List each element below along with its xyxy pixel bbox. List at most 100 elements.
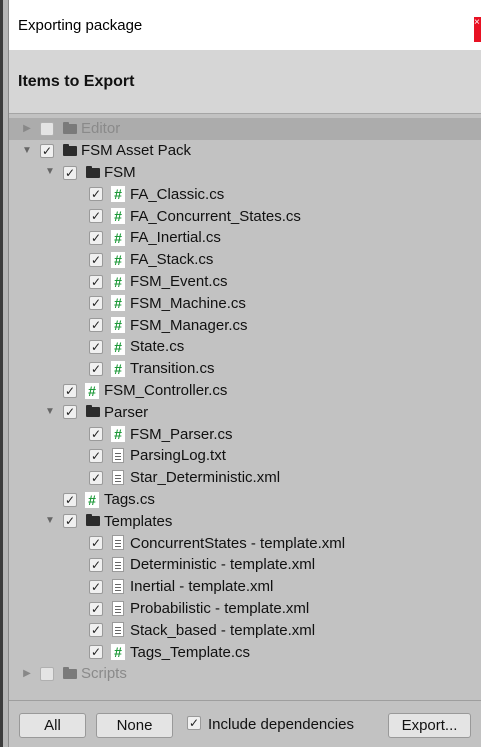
tree-row[interactable]: ✓ Star_Deterministic.xml <box>9 467 481 489</box>
row-checkbox[interactable]: ✓ <box>89 296 103 311</box>
csharp-script-icon: # <box>111 186 125 203</box>
tree-row[interactable]: ▶ Scripts <box>9 663 481 685</box>
tree-row[interactable]: ✓ ParsingLog.txt <box>9 445 481 467</box>
select-all-button[interactable]: All <box>19 713 86 738</box>
select-none-button[interactable]: None <box>96 713 173 738</box>
row-checkbox[interactable]: ✓ <box>63 514 77 529</box>
row-checkbox[interactable]: ✓ <box>89 557 103 572</box>
title-bar: Exporting package × <box>9 0 481 50</box>
row-checkbox[interactable]: ✓ <box>89 536 103 551</box>
row-checkbox[interactable]: ✓ <box>89 318 103 333</box>
tree-item-label: Inertial - template.xml <box>130 578 274 596</box>
tree-item-label: ParsingLog.txt <box>130 447 226 465</box>
include-dependencies-checkbox[interactable]: ✓ <box>187 716 201 730</box>
export-tree: ▶ Editor ▼ ✓ FSM Asset Pack ▼ ✓ FSM ✓ # … <box>9 118 481 697</box>
row-checkbox[interactable]: ✓ <box>40 143 54 158</box>
tree-item-label: ConcurrentStates - template.xml <box>130 534 346 552</box>
row-checkbox[interactable]: ✓ <box>89 187 103 202</box>
tree-item-label: FSM_Parser.cs <box>130 425 233 443</box>
tree-item-label: FSM Asset Pack <box>81 142 192 160</box>
folder-icon <box>63 122 77 134</box>
row-checkbox[interactable]: ✓ <box>89 470 103 485</box>
csharp-script-icon: # <box>111 360 125 377</box>
text-file-icon <box>112 447 124 463</box>
tree-row[interactable]: ✓ # FSM_Controller.cs <box>9 380 481 402</box>
expanded-arrow-icon[interactable]: ▼ <box>44 166 56 178</box>
tree-item-label: State.cs <box>130 338 185 356</box>
tree-row[interactable]: ▼ ✓ FSM Asset Pack <box>9 140 481 162</box>
collapsed-arrow-icon[interactable]: ▶ <box>21 123 33 135</box>
tree-row[interactable]: ▼ ✓ Parser <box>9 401 481 423</box>
collapsed-arrow-icon[interactable]: ▶ <box>21 668 33 680</box>
expanded-arrow-icon[interactable]: ▼ <box>21 145 33 157</box>
tree-row[interactable]: ✓ # Transition.cs <box>9 358 481 380</box>
row-checkbox[interactable]: ✓ <box>89 427 103 442</box>
tree-item-label: FA_Inertial.cs <box>130 229 221 247</box>
text-file-icon <box>112 600 124 616</box>
tree-row[interactable]: ✓ # Tags_Template.cs <box>9 641 481 663</box>
row-checkbox[interactable]: ✓ <box>89 361 103 376</box>
csharp-script-icon: # <box>85 491 99 508</box>
tree-row[interactable]: ▼ ✓ FSM <box>9 162 481 184</box>
tree-row[interactable]: ✓ # FA_Stack.cs <box>9 249 481 271</box>
expanded-arrow-icon[interactable]: ▼ <box>44 515 56 527</box>
row-checkbox[interactable] <box>40 666 54 681</box>
tree-row[interactable]: ✓ Deterministic - template.xml <box>9 554 481 576</box>
tree-row[interactable]: ✓ # FSM_Machine.cs <box>9 292 481 314</box>
row-checkbox[interactable]: ✓ <box>89 579 103 594</box>
folder-icon <box>63 666 77 679</box>
export-button[interactable]: Export... <box>388 713 471 738</box>
tree-row[interactable]: ▶ Editor <box>9 118 481 140</box>
close-button[interactable]: × <box>474 17 481 42</box>
tree-item-label: Tags_Template.cs <box>130 643 251 661</box>
row-checkbox[interactable]: ✓ <box>89 252 103 267</box>
csharp-script-icon: # <box>111 229 125 246</box>
expanded-arrow-icon[interactable]: ▼ <box>44 406 56 418</box>
tree-row[interactable]: ✓ # FSM_Manager.cs <box>9 314 481 336</box>
tree-item-label: FSM_Machine.cs <box>130 294 246 312</box>
footer-toolbar: All None ✓ Include dependencies Export..… <box>9 700 481 747</box>
row-checkbox[interactable]: ✓ <box>89 623 103 638</box>
csharp-script-icon: # <box>111 338 125 355</box>
row-checkbox[interactable]: ✓ <box>89 209 103 224</box>
tree-row[interactable]: ✓ # FSM_Parser.cs <box>9 423 481 445</box>
text-file-icon <box>112 622 124 638</box>
tree-row[interactable]: ✓ # FSM_Event.cs <box>9 271 481 293</box>
tree-row[interactable]: ✓ # FA_Classic.cs <box>9 183 481 205</box>
tree-item-label: FA_Concurrent_States.cs <box>130 207 301 225</box>
include-dependencies-label[interactable]: Include dependencies <box>208 716 354 733</box>
row-checkbox[interactable] <box>40 122 54 136</box>
row-checkbox[interactable]: ✓ <box>63 165 77 180</box>
tree-item-label: Templates <box>104 512 173 530</box>
row-checkbox[interactable]: ✓ <box>89 601 103 616</box>
tree-row[interactable]: ✓ Stack_based - template.xml <box>9 619 481 641</box>
row-checkbox[interactable]: ✓ <box>89 230 103 245</box>
tree-item-label: FSM_Controller.cs <box>104 381 228 399</box>
row-checkbox[interactable]: ✓ <box>89 645 103 660</box>
row-checkbox[interactable]: ✓ <box>89 339 103 354</box>
items-to-export-heading: Items to Export <box>18 72 135 90</box>
tree-row[interactable]: ✓ Inertial - template.xml <box>9 576 481 598</box>
tree-item-label: FSM_Manager.cs <box>130 316 248 334</box>
row-checkbox[interactable]: ✓ <box>63 383 77 398</box>
row-checkbox[interactable]: ✓ <box>63 405 77 420</box>
tree-row[interactable]: ✓ # FA_Concurrent_States.cs <box>9 205 481 227</box>
tree-item-label: Editor <box>81 120 121 138</box>
close-icon[interactable]: × <box>474 17 480 28</box>
window-title: Exporting package <box>18 16 143 34</box>
tree-row[interactable]: ▼ ✓ Templates <box>9 510 481 532</box>
csharp-script-icon: # <box>111 273 125 290</box>
row-checkbox[interactable]: ✓ <box>89 274 103 289</box>
tree-item-label: Parser <box>104 403 149 421</box>
tree-row[interactable]: ✓ ConcurrentStates - template.xml <box>9 532 481 554</box>
tree-row[interactable]: ✓ Probabilistic - template.xml <box>9 598 481 620</box>
tree-item-label: Star_Deterministic.xml <box>130 469 281 487</box>
row-checkbox[interactable]: ✓ <box>89 448 103 463</box>
tree-row[interactable]: ✓ # Tags.cs <box>9 489 481 511</box>
tree-row[interactable]: ✓ # State.cs <box>9 336 481 358</box>
row-checkbox[interactable]: ✓ <box>63 492 77 507</box>
tree-row[interactable]: ✓ # FA_Inertial.cs <box>9 227 481 249</box>
csharp-script-icon: # <box>111 208 125 225</box>
folder-icon <box>86 405 100 418</box>
csharp-script-icon: # <box>111 644 125 661</box>
